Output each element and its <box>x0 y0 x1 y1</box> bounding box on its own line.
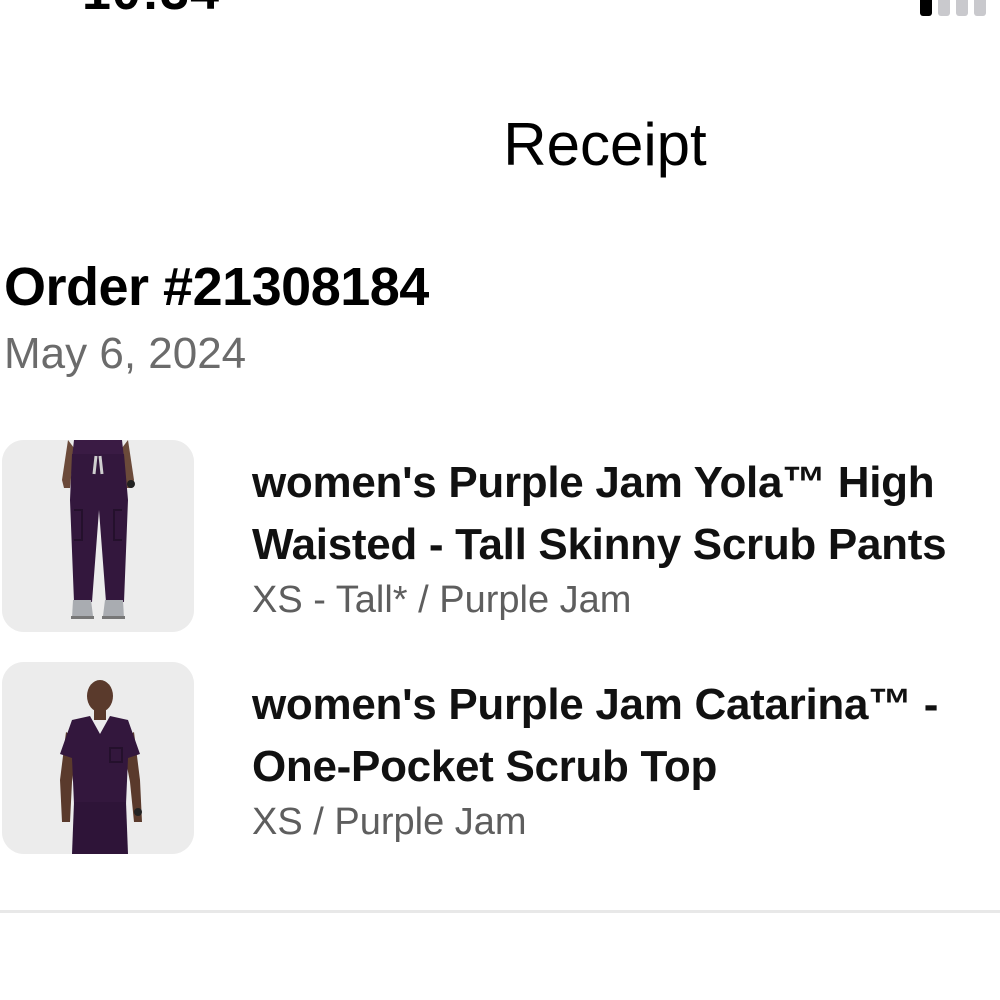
receipt-screen: 10:34 Receipt Order #21308184 May 6, 202… <box>0 0 1000 1000</box>
item-variant: XS / Purple Jam <box>252 801 527 843</box>
signal-strength-icon <box>920 0 986 16</box>
item-title: women's Purple Jam Yola™ High Waisted - … <box>252 458 947 569</box>
order-date: May 6, 2024 <box>4 329 247 378</box>
page-title: Receipt <box>503 111 707 178</box>
scrub-pants-illustration <box>2 440 194 632</box>
order-number: Order #21308184 <box>4 257 429 317</box>
scrub-top-photo[interactable] <box>2 662 194 854</box>
scrub-top-illustration <box>2 662 194 854</box>
order-item-pants[interactable]: women's Purple Jam Yola™ High Waisted - … <box>0 440 1000 640</box>
section-divider <box>0 910 1000 913</box>
status-time: 10:34 <box>82 0 220 18</box>
scrub-pants-photo[interactable] <box>2 440 194 632</box>
order-item-top[interactable]: women's Purple Jam Catarina™ - One-Pocke… <box>0 662 1000 862</box>
item-title: women's Purple Jam Catarina™ - One-Pocke… <box>252 680 939 791</box>
item-variant: XS - Tall* / Purple Jam <box>252 579 632 621</box>
